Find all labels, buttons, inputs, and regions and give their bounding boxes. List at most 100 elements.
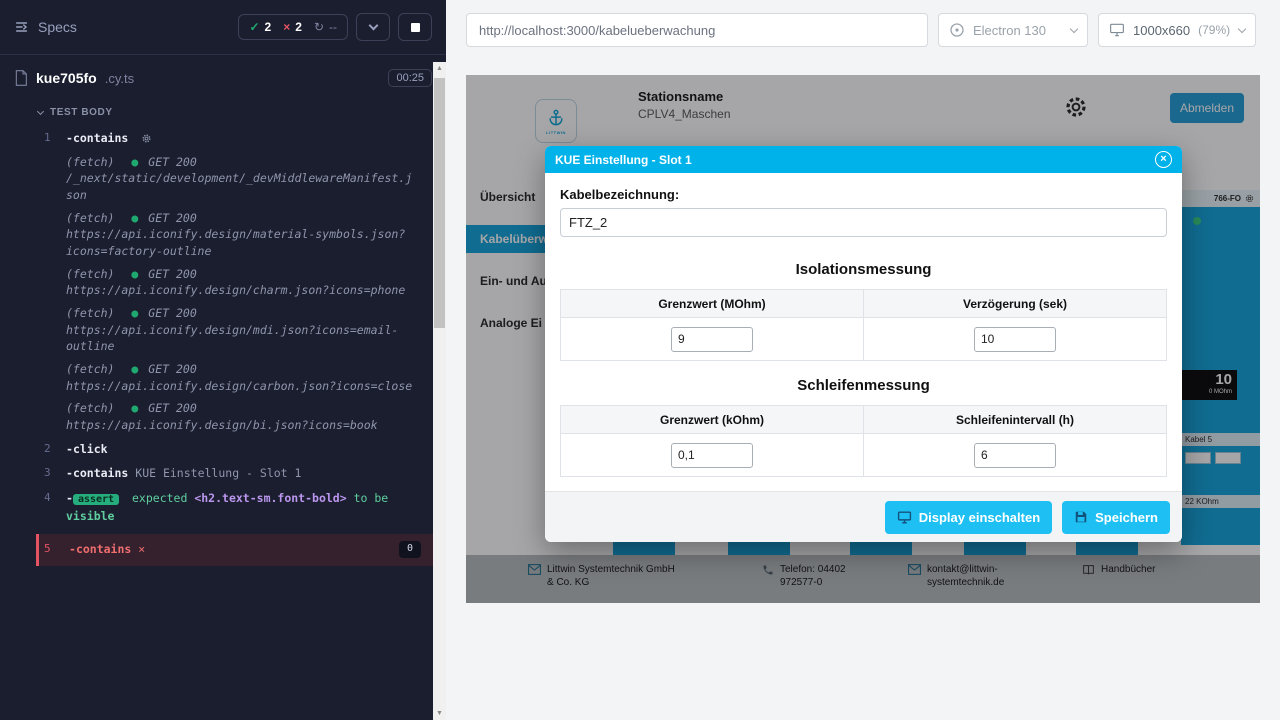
fetch-log-row[interactable]: (fetch) ● GET 200 https://api.iconify.de… [36,358,433,397]
fetch-url: https://api.iconify.design/charm.json?ic… [66,282,413,299]
scroll-up-icon[interactable]: ▲ [433,62,446,75]
viewport-selector[interactable]: 1000x660 (79%) [1098,13,1256,47]
failed-count: 2 [295,20,302,34]
viewport-monitor-icon [1109,23,1125,37]
fetch-status: GET 200 [148,362,196,376]
assert-state: visible [66,509,114,523]
section-chevron-icon [37,108,44,115]
collapse-all-button[interactable] [356,13,390,41]
command-number: 4 [44,490,51,506]
passed-count: 2 [265,20,272,34]
chevron-down-icon [368,21,378,31]
spec-file-row[interactable]: kue705fo .cy.ts 00:25 [0,55,446,97]
electron-browser-icon [949,22,965,38]
modal-title: KUE Einstellung - Slot 1 [555,153,692,167]
command-row[interactable]: 2 -click [36,437,433,462]
failed-command-row[interactable]: 5 -contains × 0 [36,534,433,566]
schleifenintervall-input[interactable] [974,443,1056,468]
command-number: 1 [44,130,51,146]
monitor-icon [897,511,912,524]
command-row[interactable]: 1 -contains [36,126,433,151]
chevron-down-icon [1238,25,1246,33]
stop-run-button[interactable] [398,13,432,41]
column-header: Grenzwert (kOhm) [561,406,864,434]
spec-extension: .cy.ts [105,71,134,86]
passed-check-icon: ✓ [249,20,259,34]
specs-list-icon [14,19,30,35]
fetch-status: GET 200 [148,401,196,415]
spec-duration: 00:25 [388,69,432,87]
fetch-label: (fetch) [66,306,114,320]
schleifenmessung-title: Schleifenmessung [560,377,1167,394]
fetch-log-row[interactable]: (fetch) ● GET 200 https://api.iconify.de… [36,397,433,436]
kabelbezeichnung-input[interactable] [560,208,1167,237]
fetch-url: https://api.iconify.design/mdi.json?icon… [66,322,413,355]
fetch-url: https://api.iconify.design/bi.json?icons… [66,417,413,434]
status-dot-icon: ● [131,362,138,376]
fetch-label: (fetch) [66,155,114,169]
fetch-label: (fetch) [66,267,114,281]
display-einschalten-button[interactable]: Display einschalten [885,501,1052,534]
specs-label: Specs [38,19,77,35]
kabelbezeichnung-label: Kabelbezeichnung: [560,187,1167,202]
speichern-button[interactable]: Speichern [1062,501,1170,534]
browser-label: Electron 130 [973,23,1046,38]
fetch-label: (fetch) [66,362,114,376]
element-count-badge: 0 [399,541,421,558]
fetch-status: GET 200 [148,211,196,225]
grenzwert-kohm-input[interactable] [671,443,753,468]
modal-body: Kabelbezeichnung: Isolationsmessung Gren… [545,173,1182,491]
viewport-zoom: (79%) [1198,23,1230,37]
column-header: Schleifenintervall (h) [864,406,1167,434]
grenzwert-mohm-input[interactable] [671,327,753,352]
column-header: Verzögerung (sek) [864,290,1167,318]
command-name: click [73,442,108,456]
scrollbar-thumb[interactable] [434,78,445,328]
command-row[interactable]: 3 -contains KUE Einstellung - Slot 1 [36,461,433,486]
assert-mid: to be [354,491,389,505]
assert-command-row[interactable]: 4 -assert expected <h2.text-sm.font-bold… [36,486,433,528]
assert-expected: expected [132,491,187,505]
fetch-label: (fetch) [66,401,114,415]
verzoegerung-sek-input[interactable] [974,327,1056,352]
fetch-log-row[interactable]: (fetch) ● GET 200 /_next/static/developm… [36,151,433,207]
fetch-log-row[interactable]: (fetch) ● GET 200 https://api.iconify.de… [36,207,433,263]
settings-icon [141,133,152,144]
command-number: 5 [44,541,51,557]
command-name: contains [73,466,128,480]
reporter-scrollbar[interactable]: ▲ ▼ [433,62,446,720]
assert-badge: assert [73,494,119,505]
modal-header: KUE Einstellung - Slot 1 × [545,146,1182,173]
fetch-log-row[interactable]: (fetch) ● GET 200 https://api.iconify.de… [36,263,433,302]
address-bar [466,13,928,47]
viewport-size: 1000x660 [1133,23,1190,38]
fetch-url: https://api.iconify.design/carbon.json?i… [66,378,413,395]
save-floppy-icon [1074,510,1088,524]
command-log: 1 -contains (fetch) ● GET 200 /_next/sta… [36,126,433,566]
command-argument: × [138,542,145,556]
scroll-down-icon[interactable]: ▼ [433,707,446,720]
cypress-reporter-panel: Specs ✓ 2 × 2 ↻ -- kue705f [0,0,446,720]
fetch-status: GET 200 [148,306,196,320]
spec-file-icon [14,70,28,86]
spec-name: kue705fo [36,70,97,86]
status-dot-icon: ● [131,155,138,169]
app-under-test: LITTWIN Stationsname CPLV4_Maschen Abmel… [466,75,1260,603]
browser-selector[interactable]: Electron 130 [938,13,1088,47]
command-name: contains [76,542,131,556]
stat-pending: ↻ -- [314,20,337,34]
url-input[interactable] [466,13,928,47]
pending-restart-icon: ↻ [314,20,324,34]
chevron-down-icon [1070,25,1078,33]
kue-settings-modal: KUE Einstellung - Slot 1 × Kabelbezeichn… [545,146,1182,542]
close-icon[interactable]: × [1155,151,1172,168]
failed-cross-icon: × [283,20,290,34]
command-number: 3 [44,465,51,481]
stat-failed: × 2 [283,20,302,34]
column-header: Grenzwert (MOhm) [561,290,864,318]
status-dot-icon: ● [131,267,138,281]
fetch-log-row[interactable]: (fetch) ● GET 200 https://api.iconify.de… [36,302,433,358]
specs-menu-button[interactable]: Specs [14,19,77,35]
stat-passed: ✓ 2 [249,20,271,34]
test-body-toggle[interactable]: TEST BODY [0,97,446,126]
